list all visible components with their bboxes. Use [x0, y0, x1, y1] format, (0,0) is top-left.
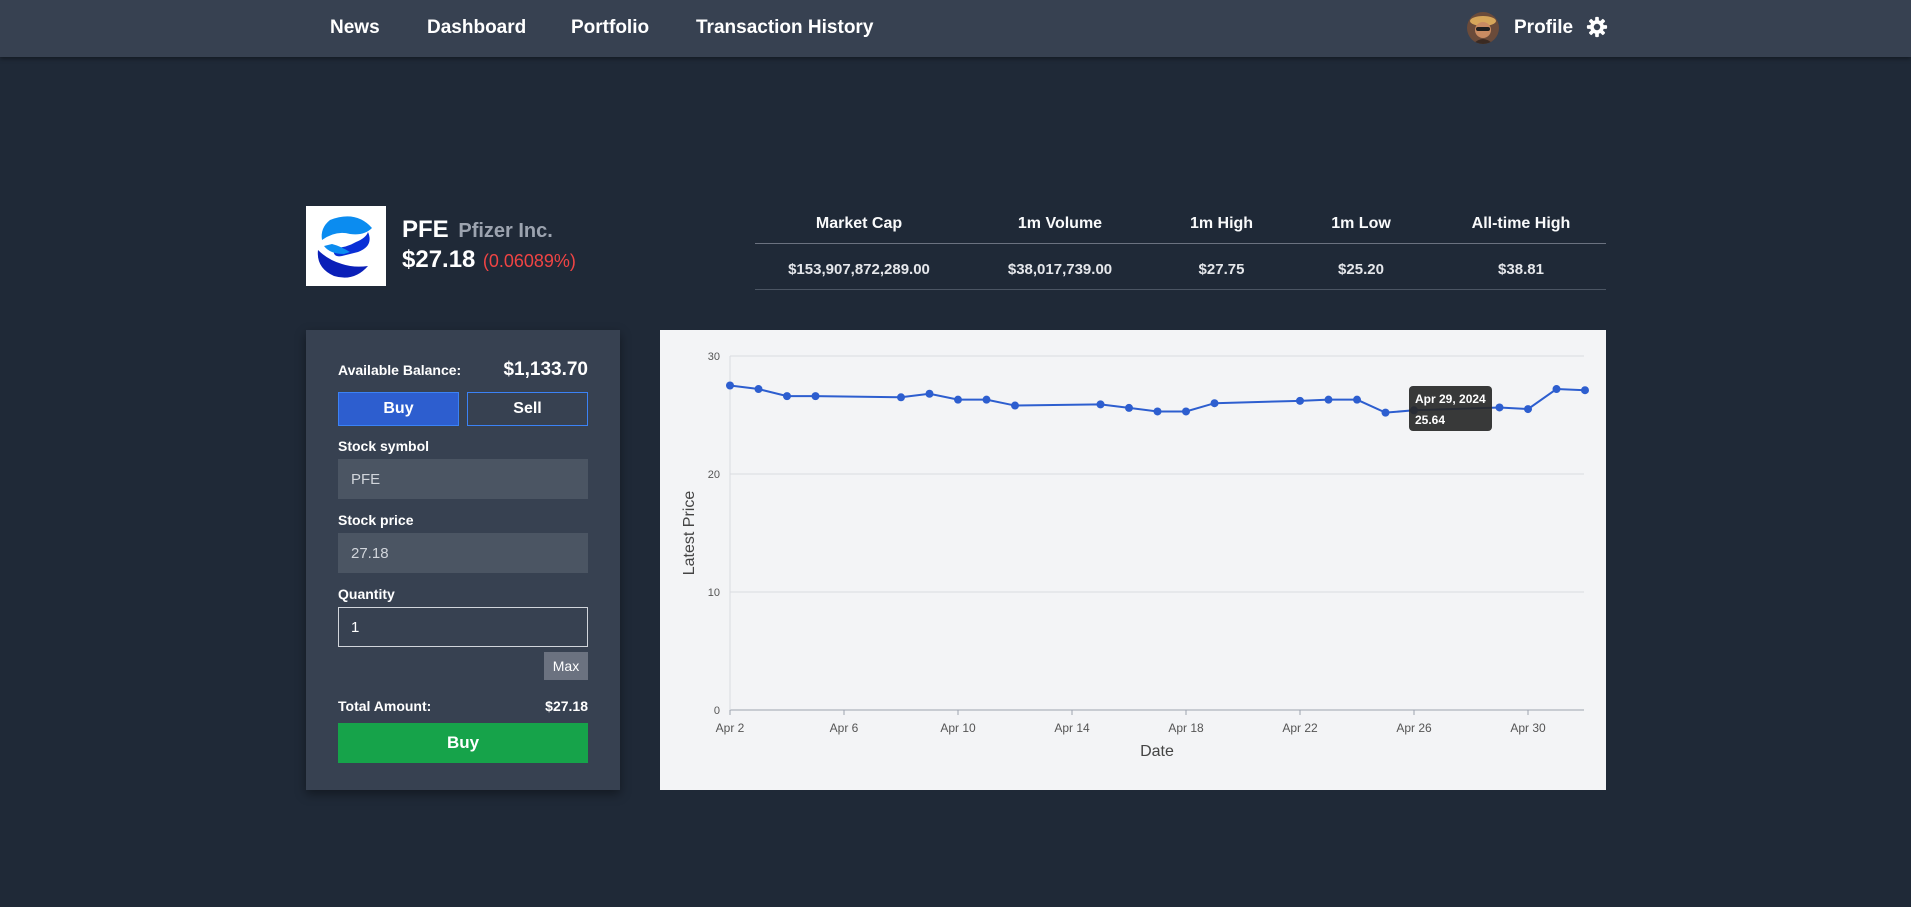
symbol-input[interactable] [338, 459, 588, 499]
nav-dashboard[interactable]: Dashboard [427, 17, 526, 39]
x-tick-label: Apr 10 [940, 721, 976, 735]
stats-value-row: $153,907,872,289.00 $38,017,739.00 $27.7… [755, 244, 1606, 290]
nav-transaction-history[interactable]: Transaction History [696, 17, 873, 39]
stock-stats-table: Market Cap 1m Volume 1m High 1m Low All-… [755, 206, 1606, 290]
price-line: $27.18 (0.06089%) [402, 246, 576, 274]
total-value: $27.18 [545, 698, 588, 714]
data-point [783, 392, 791, 401]
stock-symbol: PFE [402, 216, 449, 243]
price-chart: 0 10 20 30 Apr 2 Apr 6 Apr 10 Apr 14 Apr 18 Apr 2… [660, 330, 1606, 790]
x-tick-label: Apr 18 [1168, 721, 1204, 735]
data-point [982, 395, 991, 404]
stats-high: $27.75 [1198, 261, 1245, 278]
pfizer-logo [306, 206, 386, 286]
tooltip-date: Apr 29, 2024 [1415, 392, 1486, 406]
data-point [754, 385, 763, 394]
stats-volume: $38,017,739.00 [1007, 261, 1113, 278]
stats-header-low: 1m Low [1331, 215, 1391, 232]
stock-header: PFE Pfizer Inc. [402, 216, 553, 244]
y-tick-label: 0 [714, 705, 720, 717]
data-point [1182, 407, 1190, 416]
data-point [954, 395, 962, 404]
data-point [925, 389, 934, 398]
data-point [1552, 385, 1561, 394]
x-tick-label: Apr 26 [1396, 721, 1432, 735]
data-point [811, 392, 820, 401]
max-button[interactable]: Max [544, 652, 588, 680]
x-tick-label: Apr 22 [1282, 721, 1318, 735]
price-change: (0.06089%) [482, 251, 576, 271]
data-point [897, 393, 905, 402]
tooltip-value: 25.64 [1415, 413, 1446, 427]
stats-header-row: Market Cap 1m Volume 1m High 1m Low All-… [755, 206, 1606, 244]
top-navbar: News Dashboard Portfolio Transaction His… [0, 0, 1911, 57]
y-tick-label: 20 [708, 469, 720, 481]
stock-price: $27.18 [402, 246, 476, 273]
x-tick-label: Apr 6 [830, 721, 859, 735]
tab-buy[interactable]: Buy [338, 392, 459, 426]
tab-sell[interactable]: Sell [467, 392, 588, 426]
price-input[interactable] [338, 533, 588, 573]
x-tick-label: Apr 14 [1054, 721, 1090, 735]
company-name: Pfizer Inc. [458, 220, 553, 242]
gear-icon[interactable] [1586, 16, 1608, 38]
submit-buy-button[interactable]: Buy [338, 723, 588, 763]
data-point [1495, 403, 1504, 412]
data-point [1524, 405, 1532, 414]
stats-header-high: 1m High [1189, 215, 1254, 232]
total-label: Total Amount: [338, 698, 432, 714]
stats-header-market-cap: Market Cap [815, 215, 903, 232]
stats-ath: $38.81 [1498, 261, 1544, 278]
symbol-label: Stock symbol [338, 438, 430, 454]
quantity-input[interactable] [338, 607, 588, 647]
price-label: Stock price [338, 512, 414, 528]
chart-tooltip: Apr 29, 2024 25.64 [1409, 386, 1492, 431]
data-point [1324, 395, 1333, 404]
data-point [1153, 407, 1162, 416]
x-axis-label: Date [1140, 743, 1174, 760]
balance-value: $1,133.70 [503, 359, 588, 380]
y-axis-label: Latest Price [681, 491, 698, 576]
y-tick-label: 30 [708, 351, 720, 363]
data-point [1011, 401, 1019, 410]
data-point [1353, 395, 1361, 404]
data-point [1210, 399, 1219, 408]
stats-market-cap: $153,907,872,289.00 [788, 261, 930, 278]
avatar-icon[interactable] [1467, 12, 1499, 44]
x-tick-label: Apr 30 [1510, 721, 1546, 735]
stats-low: $25.20 [1338, 261, 1384, 278]
nav-news[interactable]: News [330, 17, 380, 39]
nav-portfolio[interactable]: Portfolio [571, 17, 649, 39]
data-point [1296, 396, 1304, 405]
data-point [1125, 403, 1133, 412]
data-point [1096, 400, 1105, 409]
balance-label: Available Balance: [338, 362, 462, 378]
data-point [726, 381, 734, 390]
x-tick-label: Apr 2 [716, 721, 745, 735]
quantity-label: Quantity [338, 586, 395, 602]
y-tick-label: 10 [708, 587, 720, 599]
nav-profile[interactable]: Profile [1514, 17, 1573, 39]
stats-header-ath: All-time High [1471, 215, 1571, 232]
data-point [1581, 386, 1589, 395]
data-point [1381, 408, 1390, 417]
stats-header-volume: 1m Volume [1017, 215, 1103, 232]
trade-panel: Available Balance: $1,133.70 Buy Sell St… [306, 330, 620, 790]
